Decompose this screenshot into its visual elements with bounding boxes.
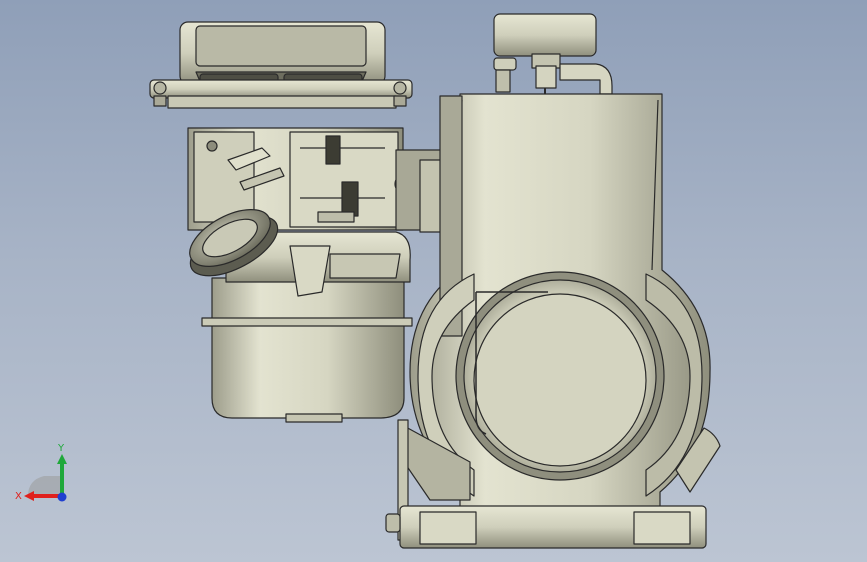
z-axis-dot: [57, 492, 67, 502]
engine-3d-model[interactable]: [0, 0, 867, 562]
air-filter-housing[interactable]: [149, 21, 413, 109]
x-axis-label: X: [15, 491, 22, 502]
orientation-triad: Y X: [15, 443, 67, 502]
y-axis-label: Y: [57, 443, 65, 454]
graphics-viewport[interactable]: Y X: [0, 0, 867, 562]
base-plate[interactable]: [385, 505, 707, 549]
y-axis-arrow: [57, 454, 67, 464]
flywheel[interactable]: [455, 271, 665, 481]
